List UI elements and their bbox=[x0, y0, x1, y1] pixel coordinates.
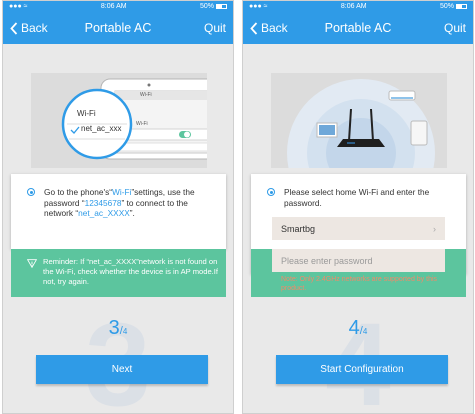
step-indicator: 3/4 bbox=[3, 317, 233, 340]
step-indicator: 4/4 bbox=[243, 317, 473, 340]
instruction-text: Go to the phone's“Wi-Fi”settings, use th… bbox=[44, 187, 195, 218]
illustration-phone-title: Wi-Fi bbox=[140, 92, 152, 98]
instruction-text: Please select home Wi-Fi and enter the p… bbox=[284, 187, 430, 208]
status-time: 8:06 AM bbox=[340, 3, 367, 10]
phone-screen-step-4: ●●● ≈ 8:06 AM 50% Back Portable AC Quit bbox=[242, 0, 474, 414]
battery-icon bbox=[456, 4, 467, 9]
next-button[interactable]: Next bbox=[36, 355, 208, 384]
back-label: Back bbox=[261, 21, 288, 35]
signal-icon: ●●● ≈ bbox=[249, 3, 268, 10]
battery-indicator: 50% bbox=[200, 3, 227, 10]
password-input[interactable]: Please enter password bbox=[272, 249, 445, 272]
status-bar: ●●● ≈ 8:06 AM 50% bbox=[243, 1, 473, 12]
step-current: 3 bbox=[108, 317, 120, 339]
router-illustration bbox=[271, 73, 447, 227]
reminder-text: Reminder: If “net_ac_XXXX”network is not… bbox=[43, 257, 219, 286]
start-configuration-button[interactable]: Start Configuration bbox=[276, 355, 448, 384]
signal-icon: ●●● ≈ bbox=[9, 3, 28, 10]
router-signal-illustration bbox=[287, 79, 435, 227]
illustration-wifi-label: Wi-Fi bbox=[77, 109, 96, 118]
step-current: 4 bbox=[348, 317, 360, 339]
ssid-value: Smartbg bbox=[281, 223, 316, 234]
step-total: 4 bbox=[362, 327, 368, 336]
nav-bar: Back Portable AC Quit bbox=[243, 12, 473, 44]
battery-icon bbox=[216, 4, 227, 9]
warning-icon bbox=[27, 259, 37, 268]
instruction-card: Go to the phone's“Wi-Fi”settings, use th… bbox=[11, 174, 226, 249]
battery-indicator: 50% bbox=[440, 3, 467, 10]
illustration-wifi-row: Wi-Fi bbox=[136, 121, 148, 127]
chevron-left-icon bbox=[250, 21, 258, 35]
radio-icon bbox=[267, 188, 275, 196]
phone-screen-step-3: ●●● ≈ 8:06 AM 50% Back Portable AC Quit bbox=[2, 0, 234, 414]
battery-percent: 50% bbox=[199, 3, 214, 10]
quit-button[interactable]: Quit bbox=[204, 21, 226, 35]
back-button[interactable]: Back bbox=[250, 21, 288, 35]
network-note: Note: Only 2.4GHz networks are supported… bbox=[281, 276, 438, 292]
radio-icon bbox=[27, 188, 35, 196]
nav-bar: Back Portable AC Quit bbox=[3, 12, 233, 44]
status-time: 8:06 AM bbox=[100, 3, 127, 10]
illustration-network-label: net_ac_xxx bbox=[81, 124, 122, 133]
quit-button[interactable]: Quit bbox=[444, 21, 466, 35]
chevron-right-icon: › bbox=[433, 223, 436, 234]
battery-percent: 50% bbox=[439, 3, 454, 10]
chevron-left-icon bbox=[10, 21, 18, 35]
status-bar: ●●● ≈ 8:06 AM 50% bbox=[3, 1, 233, 12]
back-label: Back bbox=[21, 21, 48, 35]
phone-wifi-illustration: Wi-Fi Wi-Fi Wi-Fi net_ac_xxx bbox=[31, 73, 226, 168]
wifi-ssid-select[interactable]: Smartbg › bbox=[272, 217, 445, 240]
step-total: 4 bbox=[122, 327, 128, 336]
reminder-banner: Reminder: If “net_ac_XXXX”network is not… bbox=[11, 249, 226, 297]
back-button[interactable]: Back bbox=[10, 21, 48, 35]
phone-settings-illustration bbox=[61, 78, 226, 160]
